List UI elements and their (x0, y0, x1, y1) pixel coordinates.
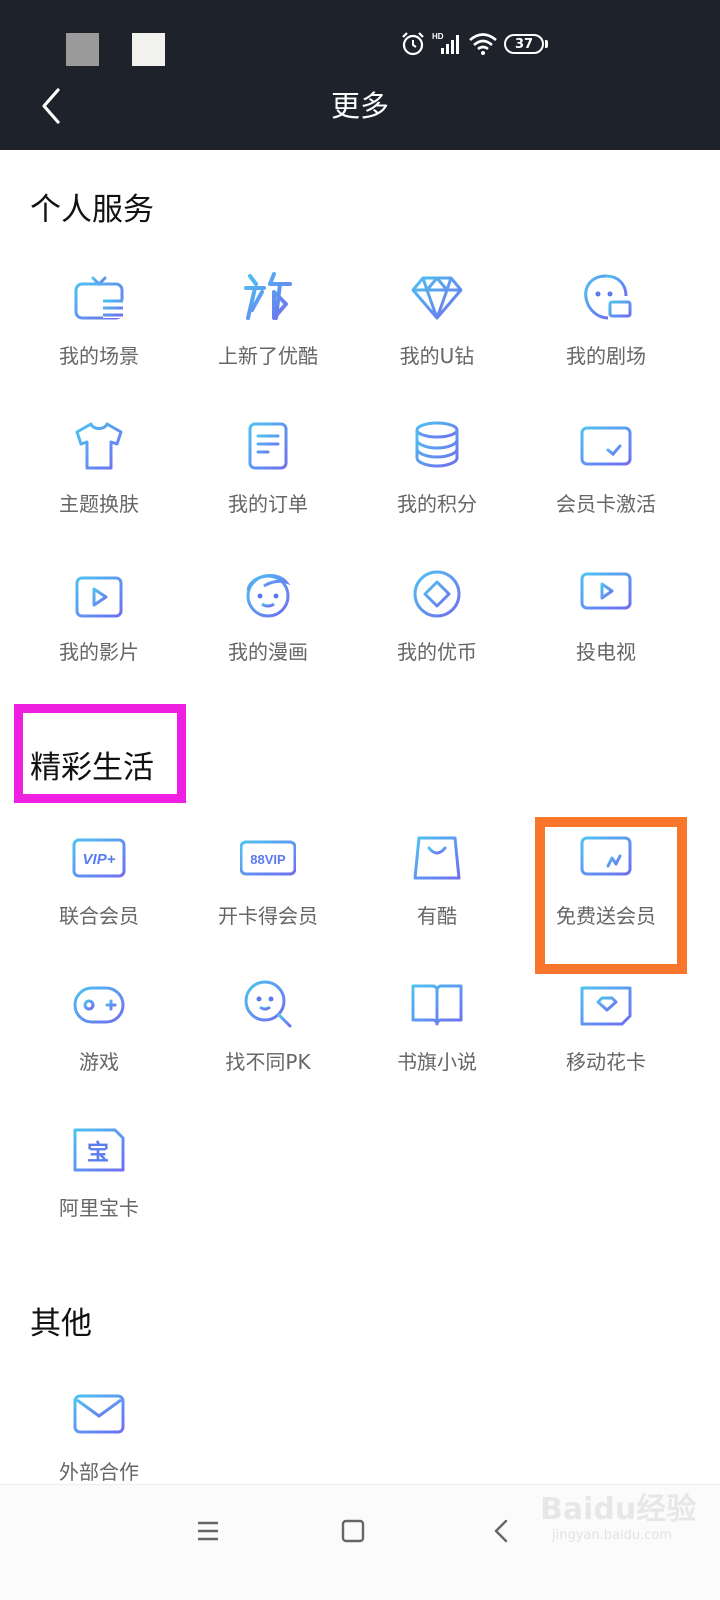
grid-item-ali-baoka[interactable]: 宝 阿里宝卡 (14, 1122, 184, 1242)
header-bar: HD 37 更多 (0, 0, 720, 150)
grid-item-label: 我的剧场 (566, 344, 646, 368)
tv-list-icon (71, 270, 127, 326)
grid-item-label: 我的订单 (228, 492, 308, 516)
grid-item-my-comics[interactable]: 我的漫画 (183, 566, 353, 686)
grid-item-my-points[interactable]: 我的积分 (352, 418, 522, 538)
grid-item-label: 主题换肤 (59, 492, 139, 516)
88vip-icon: 88VIP (240, 830, 296, 886)
grid-item-spot-difference[interactable]: 找不同PK (183, 976, 353, 1096)
grid-item-label: 找不同PK (225, 1050, 311, 1074)
notification-icon (66, 33, 99, 66)
diamond-icon (409, 270, 465, 326)
grid-item-u-diamond[interactable]: 我的U钻 (352, 270, 522, 390)
grid-item-label: 有酷 (417, 904, 457, 928)
page-title: 更多 (330, 89, 389, 123)
coin-icon (409, 566, 465, 622)
search-face-icon (240, 976, 296, 1032)
grid-item-label: 我的漫画 (228, 640, 308, 664)
card-check-icon (578, 418, 634, 474)
battery-icon: 37 (504, 34, 548, 54)
theater-icon (578, 270, 634, 326)
grid-item-label: 我的积分 (397, 492, 477, 516)
grid-item-card-activate[interactable]: 会员卡激活 (521, 418, 691, 538)
grid-item-cast-tv[interactable]: 投电视 (521, 566, 691, 686)
grid-item-my-scene[interactable]: 我的场景 (14, 270, 184, 390)
grid-item-88vip[interactable]: 88VIP 开卡得会员 (183, 830, 353, 950)
square-icon (341, 1519, 365, 1543)
chevron-left-icon (494, 1519, 508, 1543)
tshirt-icon (71, 418, 127, 474)
grid-item-label: 我的U钻 (399, 344, 475, 368)
grid-item-label: 会员卡激活 (556, 492, 656, 516)
svg-text:88VIP: 88VIP (250, 852, 286, 867)
svg-text:宝: 宝 (87, 1140, 109, 1166)
highlight-box-orange (535, 817, 687, 974)
new-icon (240, 270, 296, 326)
menu-button[interactable] (188, 1511, 228, 1551)
grid-item-label: 联合会员 (59, 904, 139, 928)
wifi-icon (469, 33, 497, 55)
mail-icon (71, 1386, 127, 1442)
grid-item-label: 我的场景 (59, 344, 139, 368)
order-icon (240, 418, 296, 474)
menu-icon (198, 1521, 218, 1541)
sim-card-icon (578, 976, 634, 1032)
home-button[interactable] (333, 1511, 373, 1551)
book-icon (409, 976, 465, 1032)
comic-face-icon (240, 566, 296, 622)
grid-item-label: 书旗小说 (397, 1050, 477, 1074)
grid-item-youku-shop[interactable]: 有酷 (352, 830, 522, 950)
svg-text:HD: HD (432, 32, 444, 41)
grid-item-my-films[interactable]: 我的影片 (14, 566, 184, 686)
coins-icon (409, 418, 465, 474)
grid-item-label: 我的优币 (397, 640, 477, 664)
alarm-icon (402, 32, 424, 56)
grid-item-joint-vip[interactable]: VIP+ 联合会员 (14, 830, 184, 950)
grid-item-youku-new[interactable]: 上新了优酷 (183, 270, 353, 390)
grid-item-label: 移动花卡 (566, 1050, 646, 1074)
section-title-personal: 个人服务 (30, 192, 154, 228)
grid-item-my-orders[interactable]: 我的订单 (183, 418, 353, 538)
grid-item-my-theater[interactable]: 我的剧场 (521, 270, 691, 390)
svg-text:VIP+: VIP+ (83, 851, 116, 868)
grid-item-label: 我的影片 (59, 640, 139, 664)
highlight-box-magenta (14, 704, 186, 803)
gamepad-icon (71, 976, 127, 1032)
watermark-logo: Baidu经验 (540, 1492, 697, 1527)
battery-level: 37 (504, 34, 544, 54)
film-icon (71, 566, 127, 622)
grid-item-label: 投电视 (576, 640, 636, 664)
watermark-url: jingyan.baidu.com (552, 1528, 672, 1543)
grid-item-shuqi-novel[interactable]: 书旗小说 (352, 976, 522, 1096)
status-icons: HD 37 (400, 28, 548, 60)
grid-item-label: 外部合作 (59, 1460, 139, 1484)
bao-card-icon: 宝 (71, 1122, 127, 1178)
cast-tv-icon (578, 566, 634, 622)
grid-item-label: 开卡得会员 (218, 904, 318, 928)
system-back-button[interactable] (482, 1511, 522, 1551)
grid-item-my-ucoin[interactable]: 我的优币 (352, 566, 522, 686)
grid-item-label: 阿里宝卡 (59, 1196, 139, 1220)
shopping-bag-icon (409, 830, 465, 886)
notification-icon (132, 33, 165, 66)
signal-icon: HD (432, 32, 459, 54)
grid-item-label: 游戏 (79, 1050, 119, 1074)
grid-item-games[interactable]: 游戏 (14, 976, 184, 1096)
grid-item-mobile-huaka[interactable]: 移动花卡 (521, 976, 691, 1096)
section-title-other: 其他 (30, 1306, 92, 1342)
grid-item-label: 上新了优酷 (218, 344, 318, 368)
watermark: Baidu经验 jingyan.baidu.com (540, 1492, 710, 1562)
vip-plus-icon: VIP+ (71, 830, 127, 886)
grid-item-theme-skin[interactable]: 主题换肤 (14, 418, 184, 538)
